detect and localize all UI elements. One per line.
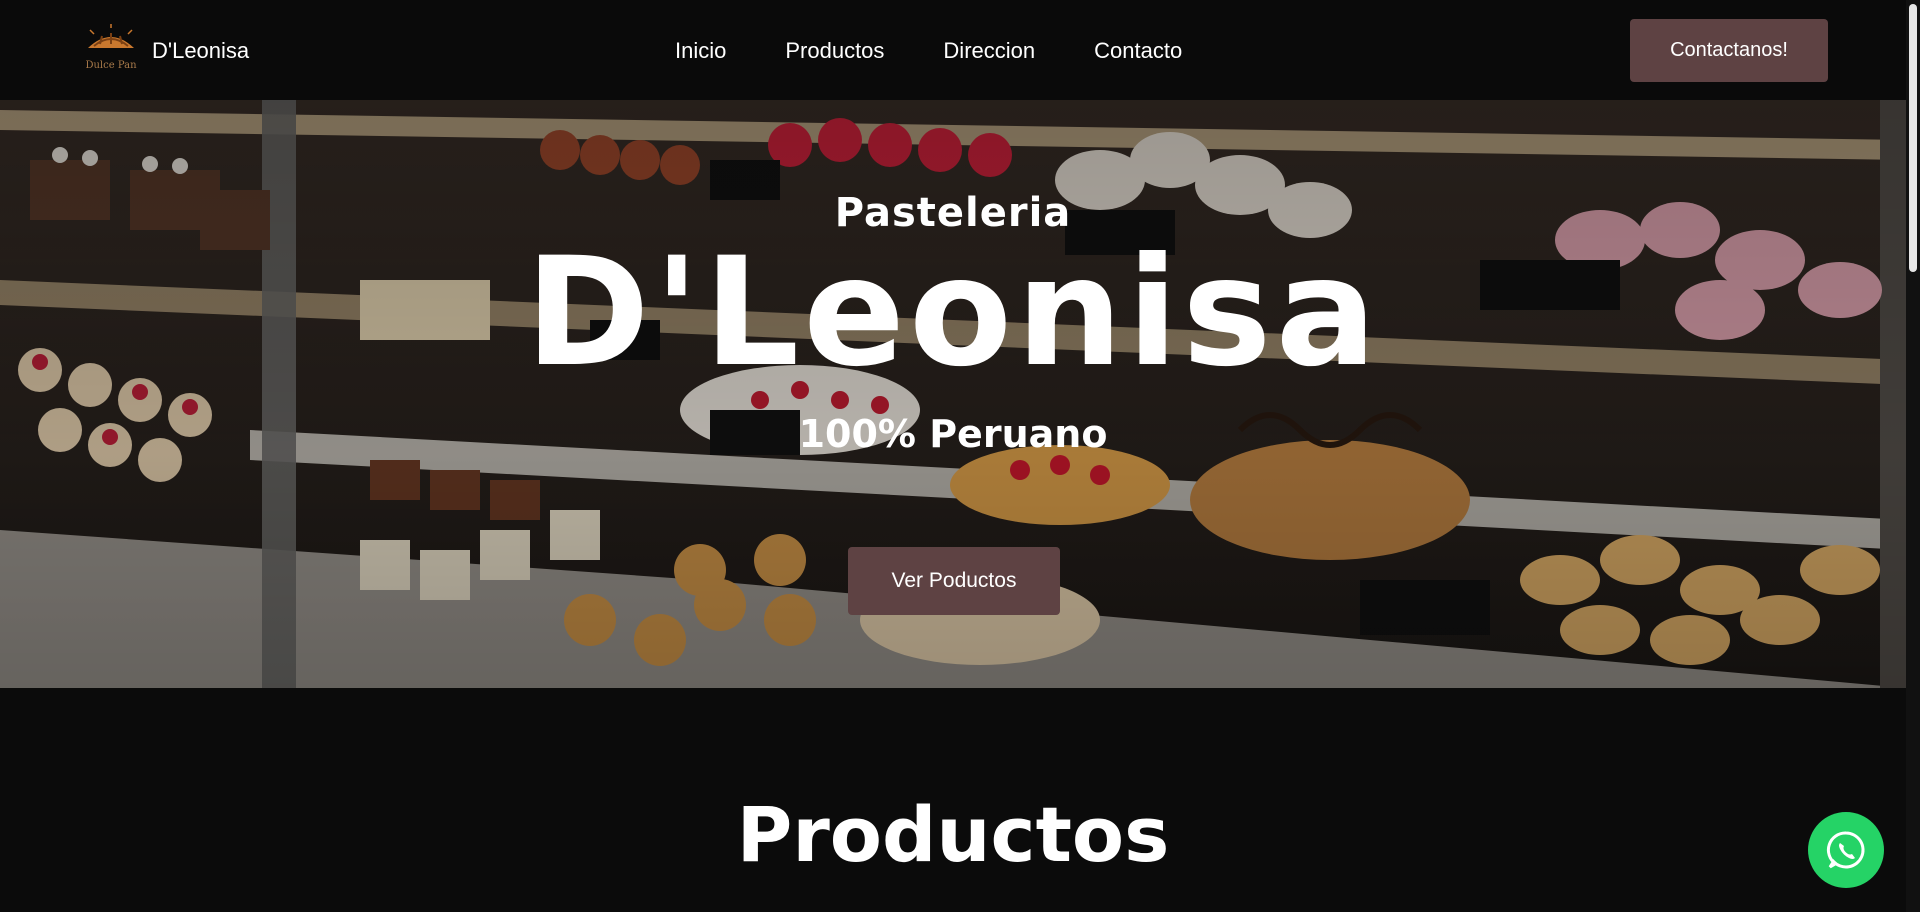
view-products-button[interactable]: Ver Poductos [848, 547, 1060, 615]
nav-item-productos[interactable]: Productos [785, 38, 884, 64]
main-nav: Inicio Productos Direccion Contacto [675, 38, 1182, 64]
site-header: Dulce Pan D'Leonisa Inicio Productos Dir… [0, 0, 1906, 100]
hero-section: Pasteleria D'Leonisa 100% Peruano Ver Po… [0, 100, 1906, 688]
page-scrollbar[interactable] [1906, 0, 1920, 912]
hero-title: D'Leonisa [525, 226, 1381, 400]
bread-logo-icon[interactable]: Dulce Pan [80, 22, 142, 74]
nav-item-contacto[interactable]: Contacto [1094, 38, 1182, 64]
scrollbar-thumb[interactable] [1909, 4, 1917, 272]
logo-text: Dulce Pan [85, 60, 137, 71]
nav-item-inicio[interactable]: Inicio [675, 38, 726, 64]
whatsapp-icon [1826, 831, 1865, 869]
contact-button[interactable]: Contactanos! [1630, 19, 1828, 82]
whatsapp-button[interactable] [1808, 812, 1884, 888]
page: Dulce Pan D'Leonisa Inicio Productos Dir… [0, 0, 1920, 912]
nav-item-direccion[interactable]: Direccion [943, 38, 1035, 64]
brand-name[interactable]: D'Leonisa [152, 38, 249, 64]
hero-tagline: 100% Peruano [798, 412, 1108, 456]
products-heading: Productos [736, 790, 1170, 879]
